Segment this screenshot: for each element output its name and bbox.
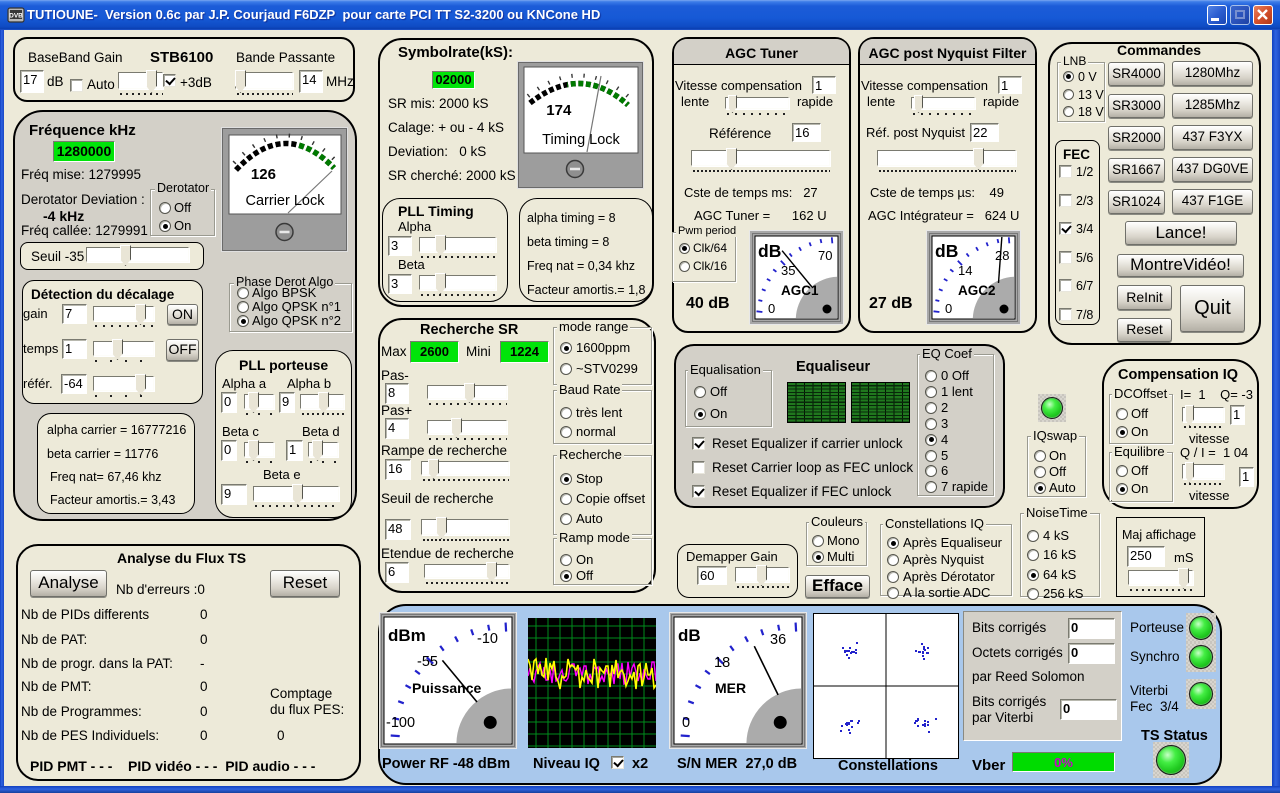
svg-text:14: 14 [958, 263, 972, 278]
svg-text:dB: dB [758, 241, 781, 261]
svg-text:35: 35 [781, 263, 795, 278]
svg-text:-100: -100 [386, 715, 415, 731]
svg-text:70: 70 [818, 248, 832, 263]
svg-text:AGC2: AGC2 [958, 283, 996, 298]
svg-text:18: 18 [714, 655, 730, 671]
svg-text:AGC1: AGC1 [781, 283, 819, 298]
svg-text:-10: -10 [477, 631, 498, 647]
svg-text:Puissance: Puissance [412, 680, 481, 696]
svg-text:126: 126 [251, 166, 276, 183]
svg-text:Carrier Lock: Carrier Lock [246, 193, 326, 209]
svg-text:Timing Lock: Timing Lock [542, 132, 620, 148]
svg-text:174: 174 [546, 102, 572, 119]
svg-text:DVB: DVB [9, 13, 23, 20]
svg-text:dB: dB [935, 241, 958, 261]
svg-text:dB: dB [678, 626, 701, 645]
svg-text:0: 0 [682, 715, 690, 731]
svg-text:28: 28 [995, 248, 1009, 263]
svg-text:dBm: dBm [388, 626, 426, 645]
svg-text:-55: -55 [417, 654, 438, 670]
svg-text:0: 0 [768, 301, 775, 316]
svg-text:36: 36 [770, 632, 786, 648]
svg-text:MER: MER [715, 680, 746, 696]
svg-text:0: 0 [945, 301, 952, 316]
